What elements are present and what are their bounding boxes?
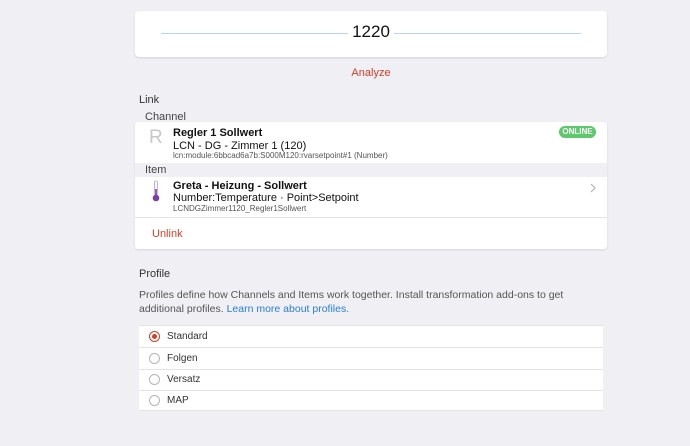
profile-description: Profiles define how Channels and Items w…	[139, 289, 564, 315]
unlink-button[interactable]: Unlink	[152, 228, 183, 240]
item-subtitle: Number:Temperature · Point>Setpoint	[173, 192, 359, 204]
profile-option-label: Standard	[167, 331, 208, 342]
profile-option-standard[interactable]: Standard	[139, 326, 603, 348]
channel-letter-icon: R	[149, 127, 163, 148]
channel-uid: lcn:module:6bbcad6a7b:S000M120:rvarsetpo…	[173, 151, 388, 160]
profile-description-block: Profiles define how Channels and Items w…	[139, 288, 609, 316]
profile-option-label: Folgen	[167, 353, 198, 364]
status-badge: ONLINE	[559, 126, 596, 138]
channel-title: Regler 1 Sollwert	[173, 127, 263, 139]
profile-radio-list: Standard Folgen Versatz MAP	[139, 325, 603, 411]
profile-option-label: Versatz	[167, 374, 201, 385]
analyze-button[interactable]: Analyze	[135, 67, 607, 79]
radio-selected-icon[interactable]	[149, 331, 160, 342]
radio-icon[interactable]	[149, 353, 160, 364]
profile-option-map[interactable]: MAP	[139, 390, 603, 412]
item-header-bar: Item	[135, 163, 607, 177]
radio-icon[interactable]	[149, 395, 160, 406]
channel-row[interactable]: R Regler 1 Sollwert LCN - DG - Zimmer 1 …	[135, 122, 607, 163]
thermometer-icon	[152, 180, 160, 207]
chevron-right-icon	[590, 180, 596, 198]
learn-more-link[interactable]: Learn more about profiles.	[227, 303, 350, 315]
value-readout: 1220	[135, 22, 607, 42]
profile-option-label: MAP	[167, 395, 189, 406]
value-number: 1220	[348, 22, 394, 41]
profile-option-folgen[interactable]: Folgen	[139, 348, 603, 370]
link-card-divider	[135, 217, 607, 218]
item-row[interactable]: Greta - Heizung - Sollwert Number:Temper…	[135, 177, 607, 217]
profile-option-versatz[interactable]: Versatz	[139, 369, 603, 391]
value-display-card: 1220	[135, 11, 607, 57]
radio-icon[interactable]	[149, 374, 160, 385]
item-title: Greta - Heizung - Sollwert	[173, 180, 307, 192]
item-name: LCNDGZimmer1120_Regler1Sollwert	[173, 204, 307, 213]
link-section-title: Link	[139, 94, 160, 106]
profile-section-title: Profile	[139, 268, 171, 280]
item-header: Item	[145, 164, 167, 176]
